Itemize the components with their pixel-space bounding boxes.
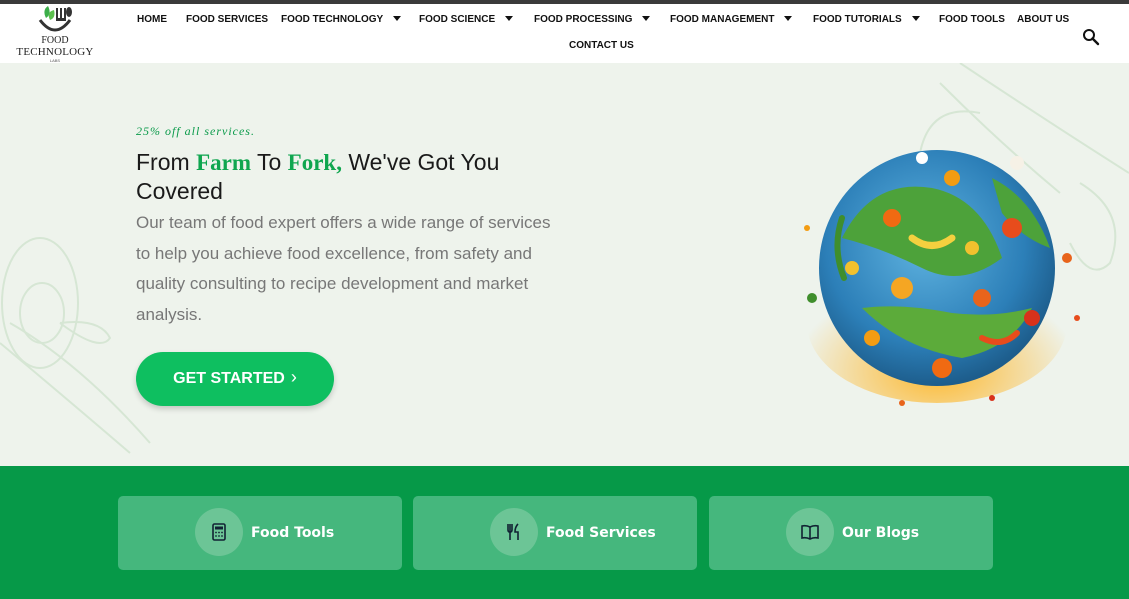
hero-description: Our team of food expert offers a wide ra… <box>136 213 551 324</box>
our-blogs-card[interactable]: Our Blogs <box>709 496 993 570</box>
get-started-button[interactable]: GET STARTED › <box>136 352 334 406</box>
nav-about-us-label: ABOUT US <box>1017 14 1070 25</box>
food-tools-icon-circle <box>195 508 243 556</box>
our-blogs-card-label: Our Blogs <box>842 525 920 541</box>
nav-food-science[interactable]: FOOD SCIENCE <box>419 14 514 26</box>
food-tools-card-label: Food Tools <box>251 525 335 541</box>
chevron-down-icon <box>642 15 651 21</box>
hero-title-part1: From <box>136 149 197 175</box>
nav-food-management-label: FOOD MANAGEMENT <box>670 14 775 25</box>
logo-text-technology: TECHNOLOGY <box>16 46 94 58</box>
nav-food-services-label: FOOD SERVICES <box>186 14 269 25</box>
food-services-card[interactable]: Food Services <box>413 496 697 570</box>
our-blogs-icon-circle <box>786 508 834 556</box>
nav-food-processing-label: FOOD PROCESSING <box>534 14 633 25</box>
nav-about-us[interactable]: ABOUT US <box>1017 14 1069 26</box>
nav-food-science-label: FOOD SCIENCE <box>419 14 496 25</box>
nav-food-processing[interactable]: FOOD PROCESSING <box>534 14 651 26</box>
nav-food-management[interactable]: FOOD MANAGEMENT <box>670 14 793 26</box>
book-icon <box>801 524 819 540</box>
food-services-icon-circle <box>490 508 538 556</box>
logo-text-food: FOOD <box>41 35 69 46</box>
chevron-down-icon <box>505 15 514 21</box>
search-icon[interactable] <box>1082 28 1100 46</box>
fork-spoon-leaf-icon <box>38 6 72 32</box>
chevron-down-icon <box>784 15 793 21</box>
hero-title: From Farm To Fork, We've Got You Covered <box>136 148 556 205</box>
chevron-right-icon: › <box>290 366 297 387</box>
food-globe-image <box>804 150 1080 406</box>
food-services-card-label: Food Services <box>546 525 656 541</box>
nav-home-label: HOME <box>137 14 167 25</box>
food-tools-card[interactable]: Food Tools <box>118 496 402 570</box>
nav-food-tools-label: FOOD TOOLS <box>939 14 1005 25</box>
nav-food-technology[interactable]: FOOD TECHNOLOGY <box>281 14 402 26</box>
chevron-down-icon <box>911 15 920 21</box>
hero-section: 25% off all services. From Farm To Fork,… <box>0 63 1129 466</box>
nav-contact-us-label: CONTACT US <box>569 40 634 51</box>
calculator-icon <box>212 523 226 541</box>
nav-food-tutorials[interactable]: FOOD TUTORIALS <box>813 14 920 26</box>
nav-food-tutorials-label: FOOD TUTORIALS <box>813 14 902 25</box>
site-header: FOOD TECHNOLOGY LABS HOME FOOD SERVICES … <box>0 4 1129 63</box>
get-started-label: GET STARTED <box>173 370 285 387</box>
hero-title-highlight-farm: Farm <box>196 150 251 175</box>
feature-band: Food Tools Food Services Our Blogs <box>0 466 1129 599</box>
hero-title-highlight-fork: Fork, <box>287 150 342 175</box>
nav-food-tools[interactable]: FOOD TOOLS <box>939 14 1005 26</box>
nav-contact-us[interactable]: CONTACT US <box>569 40 634 52</box>
nav-home[interactable]: HOME <box>137 14 167 26</box>
nav-food-services[interactable]: FOOD SERVICES <box>186 14 268 26</box>
site-logo[interactable]: FOOD TECHNOLOGY LABS <box>12 6 98 64</box>
utensils-icon <box>507 523 519 540</box>
hero-title-part2: To <box>250 149 288 175</box>
chevron-down-icon <box>393 15 402 21</box>
promo-tagline: 25% off all services. <box>136 124 255 138</box>
nav-food-technology-label: FOOD TECHNOLOGY <box>281 14 384 25</box>
